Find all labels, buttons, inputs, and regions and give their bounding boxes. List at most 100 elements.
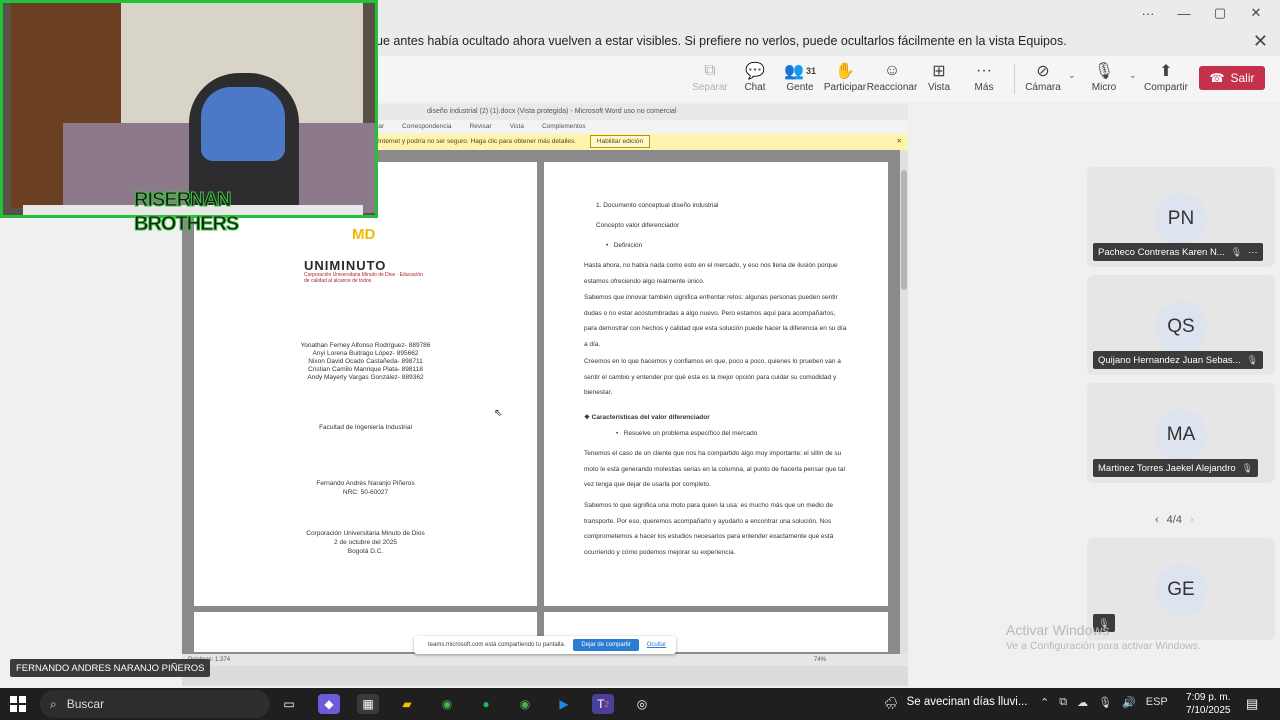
pager-prev-icon[interactable]: ‹ [1155, 514, 1159, 526]
zoom-level: 74% [814, 657, 827, 663]
hide-notice-link: Ocultar [646, 642, 667, 648]
shared-taskbar [182, 666, 908, 686]
stop-sharing-button: Dejar de compartir [573, 639, 639, 651]
avatar: GE [1155, 564, 1207, 616]
banner-text: ue antes había ocultado ahora vuelven a … [376, 34, 1067, 48]
leave-button[interactable]: ☎ Salir [1199, 66, 1265, 90]
avatar: MA [1155, 409, 1207, 461]
document-scrollbar [900, 150, 908, 654]
people-count: 31 [805, 66, 816, 76]
author-line: Anyi Lorena Buitrago López- 895662 [312, 350, 419, 357]
avatar: QS [1155, 301, 1207, 353]
mouse-cursor-icon: ⇖ [494, 408, 503, 419]
document-page: 1. Documento conceptual diseño industria… [544, 162, 888, 606]
minimize-button[interactable]: — [1166, 2, 1202, 24]
phone-hangup-icon: ☎ [1209, 71, 1225, 85]
city: Bogotá D.C. [347, 548, 384, 555]
more-button[interactable]: ··· Más [955, 60, 1013, 93]
document-page: MD UNIMINUTO Corporación Universitaria M… [194, 162, 537, 606]
participant-more-icon[interactable]: ··· [1248, 247, 1258, 258]
mic-off-icon: 🎙 [1241, 462, 1254, 473]
avatar: PN [1155, 193, 1207, 245]
doc-paragraph: Sabemos lo que significa una moto para q… [584, 502, 834, 556]
tray-chevron-icon[interactable]: ⌃ [1040, 696, 1049, 709]
obs-icon[interactable]: ◎ [631, 694, 653, 714]
participant-tile[interactable]: MA Martinez Torres Jaekel Alejandro 🎙 [1087, 383, 1275, 483]
webcam-video[interactable] [0, 0, 378, 218]
pager-label: 4/4 [1166, 514, 1182, 526]
windows-start-icon[interactable] [10, 696, 26, 712]
close-window-button[interactable]: ✕ [1238, 2, 1274, 24]
taskbar-clock[interactable]: 7:09 p. m. 7/10/2025 [1186, 691, 1231, 717]
volume-icon[interactable]: 🔊 [1122, 696, 1136, 709]
task-view-icon[interactable]: ▭ [278, 694, 300, 714]
participant-name: Pacheco Contreras Karen N... 🎙 ··· [1093, 243, 1263, 261]
raise-hand-icon: ✋ [835, 63, 855, 80]
taskbar-search[interactable]: ⌕ Buscar [40, 690, 270, 718]
toolbar-divider [1014, 64, 1015, 94]
share-icon: ⬆ [1159, 63, 1173, 80]
logo-uniminuto: UNIMINUTO [304, 258, 387, 273]
mic-button[interactable]: 🎙 Micro [1075, 60, 1133, 93]
share-button[interactable]: ⬆ Compartir [1137, 60, 1195, 93]
network-icon[interactable]: ☁ [1077, 696, 1088, 709]
presenter-nametag: FERNANDO ANDRES NARANJO PIÑEROS [10, 659, 211, 677]
doc-heading: ❖ Características del valor diferenciado… [584, 414, 710, 421]
copilot-icon[interactable]: ◆ [318, 694, 340, 714]
chrome-icon[interactable]: ◉ [436, 694, 458, 714]
doc-paragraph: Hasta ahora, no había nada como esto en … [584, 262, 838, 285]
people-icon: 👥 31 [784, 63, 816, 80]
windows-taskbar: ⌕ Buscar ▭ ◆ ▦ ▰ ◉ ● ◉ ▶ T2 ◎ 🌧 Se aveci… [0, 688, 1280, 720]
word-tab: Correspondencia [402, 123, 452, 130]
doc-paragraph: Tenemos el caso de un cliente que nos ha… [584, 450, 845, 488]
author-line: Andy Mayerly Vargas González- 889362 [307, 374, 424, 381]
mic-options-chevron-icon[interactable]: ⌄ [1129, 70, 1137, 81]
word-tab: Vista [509, 123, 524, 130]
institution: Corporación Universitaria Minuto de Dios [306, 530, 425, 537]
spotify-icon[interactable]: ● [475, 694, 497, 714]
participant-tile[interactable]: PN Pacheco Contreras Karen N... 🎙 ··· [1087, 167, 1275, 267]
store-icon[interactable]: ▦ [357, 694, 379, 714]
activate-windows-watermark: Activar Windows Ve a Configuración para … [1006, 622, 1201, 652]
document-area: MD UNIMINUTO Corporación Universitaria M… [182, 150, 900, 654]
media-player-icon[interactable]: ▶ [553, 694, 575, 714]
window-controls: ··· — ▢ ✕ [1130, 2, 1274, 24]
scrollbar-thumb [901, 170, 907, 290]
language-indicator[interactable]: ESP [1146, 696, 1168, 709]
pager-next-icon[interactable]: › [1190, 514, 1194, 526]
camera-button[interactable]: ⊘ Cámara [1014, 60, 1072, 93]
doc-subheading: Concepto valor diferenciador [596, 222, 680, 229]
participant-name: Quijano Hernandez Juan Sebas... 🎙 [1093, 351, 1264, 369]
teams-badge: 2 [604, 699, 609, 709]
banner-close-icon[interactable]: ✕ [1253, 31, 1268, 52]
mic-off-icon: 🎙 [1093, 63, 1115, 80]
faculty: Facultad de Ingeniería Industrial [319, 424, 412, 431]
weather-widget[interactable]: 🌧 Se avecinan días lluvi... [884, 696, 1027, 710]
stream-overlay-logo: RISERNAN BROTHERS [134, 189, 240, 236]
word-status-bar: Palabras: 1.374 74% [182, 654, 908, 666]
author-line: Cristian Camilo Manrique Plata- 898118 [308, 366, 423, 373]
file-explorer-icon[interactable]: ▰ [396, 694, 418, 714]
camera-off-icon: ⊘ [1036, 63, 1050, 80]
doc-heading: 1. Documento conceptual diseño industria… [596, 202, 719, 209]
doc-bullet: • Definición [606, 242, 643, 249]
mic-icon[interactable]: 🎙 [1098, 696, 1112, 709]
chat-icon: 💬 [745, 63, 765, 80]
participant-tile[interactable]: QS Quijano Hernandez Juan Sebas... 🎙 [1087, 275, 1275, 375]
pop-out-icon: ⧉ [704, 62, 716, 79]
weather-icon: 🌧 [884, 698, 899, 710]
system-tray: ⌃ ⧉ ☁ 🎙 🔊 ESP [1040, 696, 1168, 709]
more-icon: ··· [976, 62, 992, 79]
more-options-icon[interactable]: ··· [1130, 2, 1166, 24]
notifications-icon[interactable]: ▤ [1246, 696, 1258, 712]
screen-share-notice: teams.microsoft.com está compartiendo tu… [414, 636, 676, 654]
enable-editing-button: Habilitar edición [589, 135, 651, 148]
document-date: 2 de octubre del 2025 [334, 539, 397, 546]
teams-icon[interactable]: T2 [592, 694, 614, 714]
maximize-button[interactable]: ▢ [1202, 2, 1238, 24]
meet-icon[interactable]: ⧉ [1059, 696, 1067, 709]
protected-bar-close-icon: ✕ [896, 138, 902, 145]
doc-paragraph: Creemos en lo que hacemos y confiamos en… [584, 358, 841, 396]
chrome-profile-icon[interactable]: ◉ [514, 694, 536, 714]
logo-subtitle: Corporación Universitaria Minuto de Dios… [304, 272, 423, 284]
